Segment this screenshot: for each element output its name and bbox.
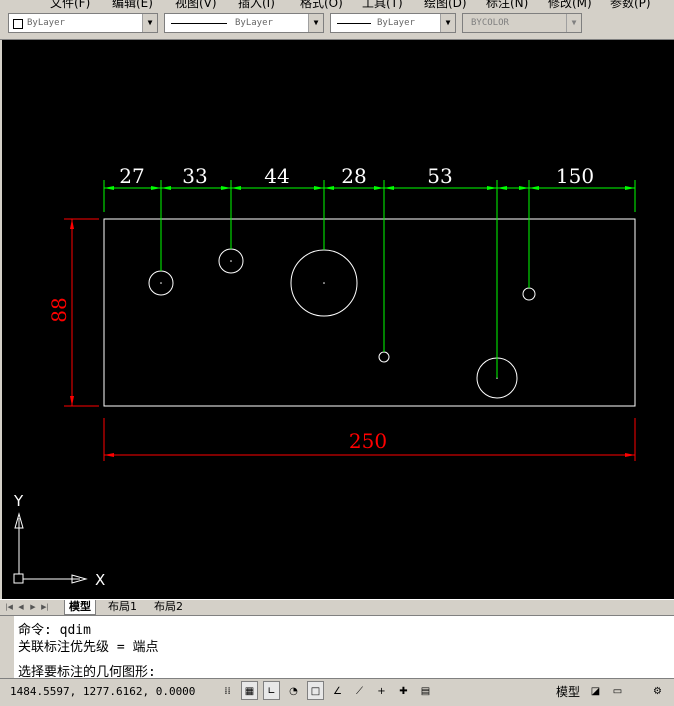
lineweight-dropdown[interactable]: ByLayer ▼ (330, 13, 456, 33)
tab-layout2[interactable]: 布局2 (150, 600, 187, 614)
menu-insert[interactable]: 插入(I) (238, 0, 275, 9)
menu-format[interactable]: 格式(O) (300, 0, 343, 9)
first-tab-icon[interactable]: |◀ (4, 602, 14, 612)
snap-icon[interactable]: ⁞⁞ (219, 681, 236, 700)
linetype-label: ByLayer (235, 18, 273, 28)
prev-tab-icon[interactable]: ◀ (16, 602, 26, 612)
plotstyle-dropdown[interactable]: BYCOLOR ▼ (462, 13, 582, 33)
workspace-icon[interactable]: ⚙ (649, 681, 666, 700)
linetype-preview-icon (171, 23, 227, 24)
chevron-down-icon[interactable]: ▼ (142, 14, 157, 32)
last-tab-icon[interactable]: ▶| (40, 602, 50, 612)
dimension-text-33[interactable]: 33 (182, 164, 207, 188)
tab-layout1[interactable]: 布局1 (104, 600, 141, 614)
menu-dimension[interactable]: 标注(N) (486, 0, 528, 9)
lineweight-label: ByLayer (377, 18, 415, 28)
command-window-grip[interactable] (0, 616, 14, 678)
ducs-icon[interactable]: ⟋ (351, 681, 368, 700)
command-window[interactable]: 命令: qdim 关联标注优先级 = 端点 选择要标注的几何图形: (0, 615, 674, 680)
center-mark (160, 282, 162, 284)
color-dropdown[interactable]: ByLayer ▼ (8, 13, 158, 33)
ortho-icon[interactable]: ∟ (263, 681, 280, 700)
menu-edit[interactable]: 编辑(E) (112, 0, 153, 9)
coordinate-readout[interactable]: 1484.5597, 1277.6162, 0.0000 (10, 685, 195, 698)
menu-parameters[interactable]: 参数(P) (610, 0, 651, 9)
linetype-dropdown[interactable]: ByLayer ▼ (164, 13, 324, 33)
dimension-text-44[interactable]: 44 (264, 164, 289, 188)
ucs-y-label: Y (13, 492, 24, 510)
layouts-icon[interactable]: ▭ (609, 681, 626, 700)
tab-model[interactable]: 模型 (64, 600, 96, 615)
model-space-label[interactable]: 模型 (556, 683, 580, 700)
menu-file[interactable]: 文件(F) (50, 0, 90, 9)
chevron-down-icon[interactable]: ▼ (308, 14, 323, 32)
command-history-line: 关联标注优先级 = 端点 (18, 640, 159, 655)
menu-tools[interactable]: 工具(T) (362, 0, 403, 9)
drawing-canvas[interactable]: 27 33 44 28 53 150 88 250 Y X (0, 40, 674, 599)
polar-icon[interactable]: ◔ (285, 681, 302, 700)
dimension-text-88[interactable]: 88 (47, 297, 71, 322)
center-mark (230, 260, 232, 262)
status-bar: 1484.5597, 1277.6162, 0.0000 ⁞⁞ ▦ ∟ ◔ □ … (0, 678, 674, 706)
menu-modify[interactable]: 修改(M) (548, 0, 592, 9)
drawing-area[interactable]: 27 33 44 28 53 150 88 250 Y X (0, 40, 674, 599)
chevron-down-icon[interactable]: ▼ (566, 14, 581, 32)
menu-view[interactable]: 视图(V) (175, 0, 217, 9)
layout-tabs-bar: |◀ ◀ ▶ ▶| 模型 布局1 布局2 (0, 599, 674, 615)
lineweight-icon[interactable]: ✚ (395, 681, 412, 700)
color-swatch-icon (13, 19, 23, 29)
plotstyle-label: BYCOLOR (471, 18, 509, 28)
otrack-icon[interactable]: ∠ (329, 681, 346, 700)
ucs-x-label: X (95, 571, 105, 589)
grid-icon[interactable]: ▦ (241, 681, 258, 700)
dimension-text-250[interactable]: 250 (349, 429, 387, 453)
color-label: ByLayer (27, 18, 65, 28)
dimension-text-53[interactable]: 53 (427, 164, 452, 188)
center-mark (323, 282, 325, 284)
properties-toolbar: ByLayer ▼ ByLayer ▼ ByLayer ▼ BYCOLOR ▼ (0, 9, 674, 40)
dimension-text-27[interactable]: 27 (119, 164, 144, 188)
dimension-text-150[interactable]: 150 (556, 164, 594, 188)
dimension-text-28[interactable]: 28 (341, 164, 366, 188)
chevron-down-icon[interactable]: ▼ (440, 14, 455, 32)
next-tab-icon[interactable]: ▶ (28, 602, 38, 612)
menu-bar: 文件(F) 编辑(E) 视图(V) 插入(I) 格式(O) 工具(T) 绘图(D… (0, 0, 674, 9)
layout-viewport-icon[interactable]: ◪ (587, 681, 604, 700)
menu-draw[interactable]: 绘图(D) (424, 0, 467, 9)
quick-properties-icon[interactable]: ▤ (417, 681, 434, 700)
dyn-icon[interactable]: + (373, 681, 390, 700)
osnap-icon[interactable]: □ (307, 681, 324, 700)
canvas-background (2, 40, 674, 599)
lineweight-preview-icon (337, 23, 371, 24)
